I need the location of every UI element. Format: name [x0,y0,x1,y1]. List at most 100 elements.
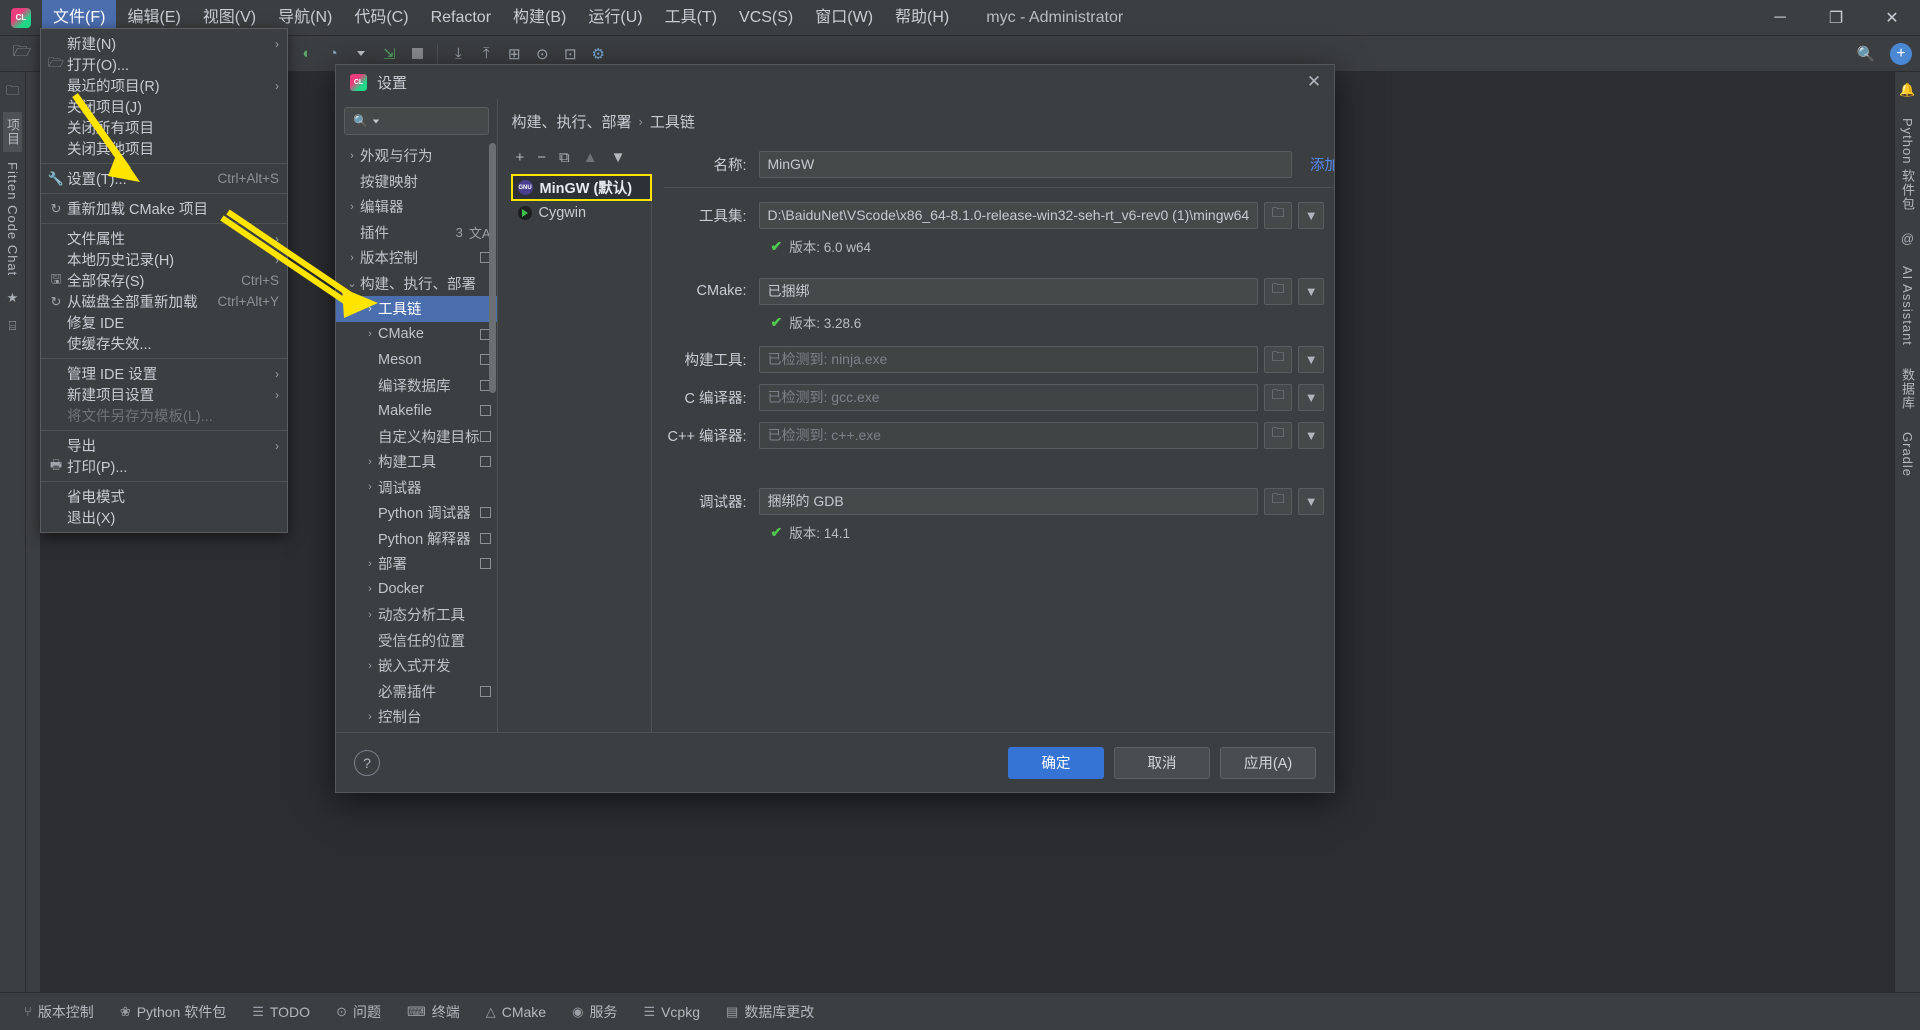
tree-item-trusted-locations[interactable]: 受信任的位置 [336,628,497,654]
menu-vcs[interactable]: VCS(S) [728,0,804,36]
plus-circle-icon[interactable]: + [1890,42,1912,65]
c-compiler-dropdown-button[interactable]: ▼ [1298,383,1325,411]
ok-button[interactable]: 确定 [1008,746,1104,779]
cpp-compiler-input[interactable]: 已检测到: c++.exe [758,421,1259,449]
tree-item-toolchains[interactable]: › 工具链 [336,296,497,322]
menu-tools[interactable]: 工具(T) [654,0,728,36]
add-environment-button[interactable]: 添加环境 ⌄ [1310,154,1334,175]
structure-icon[interactable]: ⌸ [9,314,17,338]
bookmarks-icon[interactable]: ★ [7,286,19,310]
tree-item-plugins[interactable]: 插件 3 文A [336,220,497,246]
status-item-problems[interactable]: ⊙ 问题 [336,1002,381,1022]
sidebar-item-fitten-code-chat[interactable]: Fitten Code Chat [5,156,20,282]
sidebar-item-python-packages[interactable]: Python 软件包 [1898,112,1917,217]
tree-item-editor[interactable]: › 编辑器 [336,194,497,220]
move-up-button[interactable]: ▲ [583,149,598,166]
tree-item-deployment[interactable]: › 部署 [336,551,497,577]
status-item-python-packages[interactable]: ❀ Python 软件包 [120,1002,226,1022]
menu-item-settings[interactable]: 🔧 设置(T)... Ctrl+Alt+S [41,168,287,189]
tree-item-dynamic-analysis-tools[interactable]: › 动态分析工具 [336,602,497,628]
menu-item-export[interactable]: 导出 › [41,435,287,456]
debugger-input[interactable]: 捆绑的 GDB [758,487,1259,515]
sidebar-item-database[interactable]: 数据库 [1898,362,1917,416]
status-item-services[interactable]: ◉ 服务 [572,1002,617,1022]
tree-item-version-control[interactable]: › 版本控制 [336,245,497,271]
menu-code[interactable]: 代码(C) [343,0,419,36]
tree-item-build-execution-deployment[interactable]: ⌄ 构建、执行、部署 [336,271,497,297]
copy-icon[interactable]: ⧉ [559,149,570,166]
menu-item-open[interactable]: 🗁 打开(O)... [41,54,287,75]
tree-item-embedded-development[interactable]: › 嵌入式开发 [336,653,497,679]
magnifier-icon[interactable]: 🔍 [1852,40,1880,68]
toolchain-item-mingw[interactable]: GNU MinGW (默认) [510,174,652,201]
menu-window[interactable]: 窗口(W) [804,0,884,36]
at-icon[interactable]: @ [1901,227,1914,250]
folder-icon[interactable]: 🗀 [1264,421,1293,449]
menu-run[interactable]: 运行(U) [577,0,653,36]
tree-item-meson[interactable]: Meson [336,347,497,373]
menu-item-reload-all-from-disk[interactable]: ↻ 从磁盘全部重新加载 Ctrl+Alt+Y [41,291,287,312]
tree-item-python-interpreter[interactable]: Python 解释器 [336,526,497,552]
tree-item-custom-build-targets[interactable]: 自定义构建目标 [336,424,497,450]
tree-item-debugger[interactable]: › 调试器 [336,475,497,501]
settings-tree-scrollbar[interactable] [488,143,496,393]
menu-item-save-all[interactable]: 🖫 全部保存(S) Ctrl+S [41,270,287,291]
toolchain-item-cygwin[interactable]: Cygwin [512,200,651,225]
menu-item-reload-cmake-project[interactable]: ↻ 重新加载 CMake 项目 [41,198,287,219]
build-tool-input[interactable]: 已检测到: ninja.exe [758,345,1259,373]
menu-item-close-other-projects[interactable]: 关闭其他项目 [41,138,287,159]
name-input[interactable]: MinGW [758,150,1293,178]
close-button[interactable]: ✕ [1864,0,1920,36]
status-item-terminal[interactable]: ⌨ 终端 [407,1002,460,1022]
folder-icon[interactable]: 🗀 [1264,277,1293,305]
menu-item-new[interactable]: 新建(N) › [41,33,287,54]
folder-icon[interactable]: 🗀 [1264,201,1293,229]
menu-item-close-project[interactable]: 关闭项目(J) [41,96,287,117]
folder-icon[interactable]: 🗀 [1264,383,1293,411]
sidebar-item-project[interactable]: 项目 [3,112,22,152]
minimize-button[interactable]: ─ [1752,0,1808,36]
build-tool-dropdown-button[interactable]: ▼ [1298,345,1325,373]
sidebar-item-gradle[interactable]: Gradle [1900,426,1915,483]
tree-item-cmake[interactable]: › CMake [336,322,497,348]
apply-button[interactable]: 应用(A) [1220,746,1316,779]
tree-item-console[interactable]: › 控制台 [336,704,497,730]
run-with-coverage-icon[interactable]: ◖ [291,40,319,68]
tree-item-python-debugger[interactable]: Python 调试器 [336,500,497,526]
status-item-version-control[interactable]: ⑂ 版本控制 [24,1002,94,1022]
tree-item-coverage[interactable]: 覆盖率 [336,730,497,733]
menu-item-file-properties[interactable]: 文件属性 › [41,228,287,249]
tree-item-required-plugins[interactable]: 必需插件 [336,679,497,705]
folder-open-icon[interactable]: 🗁 [8,40,36,68]
menu-help[interactable]: 帮助(H) [884,0,960,36]
project-tree-icon[interactable]: 🗀 [6,78,19,108]
tree-item-makefile[interactable]: Makefile [336,398,497,424]
maximize-button[interactable]: ❐ [1808,0,1864,36]
debugger-dropdown-button[interactable]: ▼ [1298,487,1325,515]
menu-item-repair-ide[interactable]: 修复 IDE [41,312,287,333]
menu-build[interactable]: 构建(B) [502,0,577,36]
c-compiler-input[interactable]: 已检测到: gcc.exe [758,383,1259,411]
menu-item-local-history[interactable]: 本地历史记录(H) › [41,249,287,270]
status-item-todo[interactable]: ☰ TODO [252,1004,310,1020]
tree-item-build-tools[interactable]: › 构建工具 [336,449,497,475]
menu-item-print[interactable]: 🖶 打印(P)... [41,456,287,477]
toolset-dropdown-button[interactable]: ▼ [1298,201,1325,229]
cpp-compiler-dropdown-button[interactable]: ▼ [1298,421,1325,449]
tree-item-appearance-behavior[interactable]: › 外观与行为 [336,143,497,169]
menu-item-recent-projects[interactable]: 最近的项目(R) › [41,75,287,96]
tree-item-compilation-database[interactable]: 编译数据库 [336,373,497,399]
add-toolchain-button[interactable]: + [516,149,525,166]
cancel-button[interactable]: 取消 [1114,746,1210,779]
menu-item-manage-ide-settings[interactable]: 管理 IDE 设置 › [41,363,287,384]
menu-item-exit[interactable]: 退出(X) [41,507,287,528]
tree-item-keymap[interactable]: 按键映射 [336,169,497,195]
menu-item-invalidate-caches[interactable]: 使缓存失效... [41,333,287,354]
move-down-button[interactable]: ▼ [611,149,626,166]
menu-item-power-save-mode[interactable]: 省电模式 [41,486,287,507]
cmake-dropdown-button[interactable]: ▼ [1298,277,1325,305]
toolset-input[interactable]: D:\BaiduNet\VScode\x86_64-8.1.0-release-… [758,201,1259,229]
menu-item-new-project-settings[interactable]: 新建项目设置 › [41,384,287,405]
notifications-icon[interactable]: 🔔 [1899,78,1915,102]
status-item-database-changes[interactable]: ▤ 数据库更改 [726,1002,814,1022]
